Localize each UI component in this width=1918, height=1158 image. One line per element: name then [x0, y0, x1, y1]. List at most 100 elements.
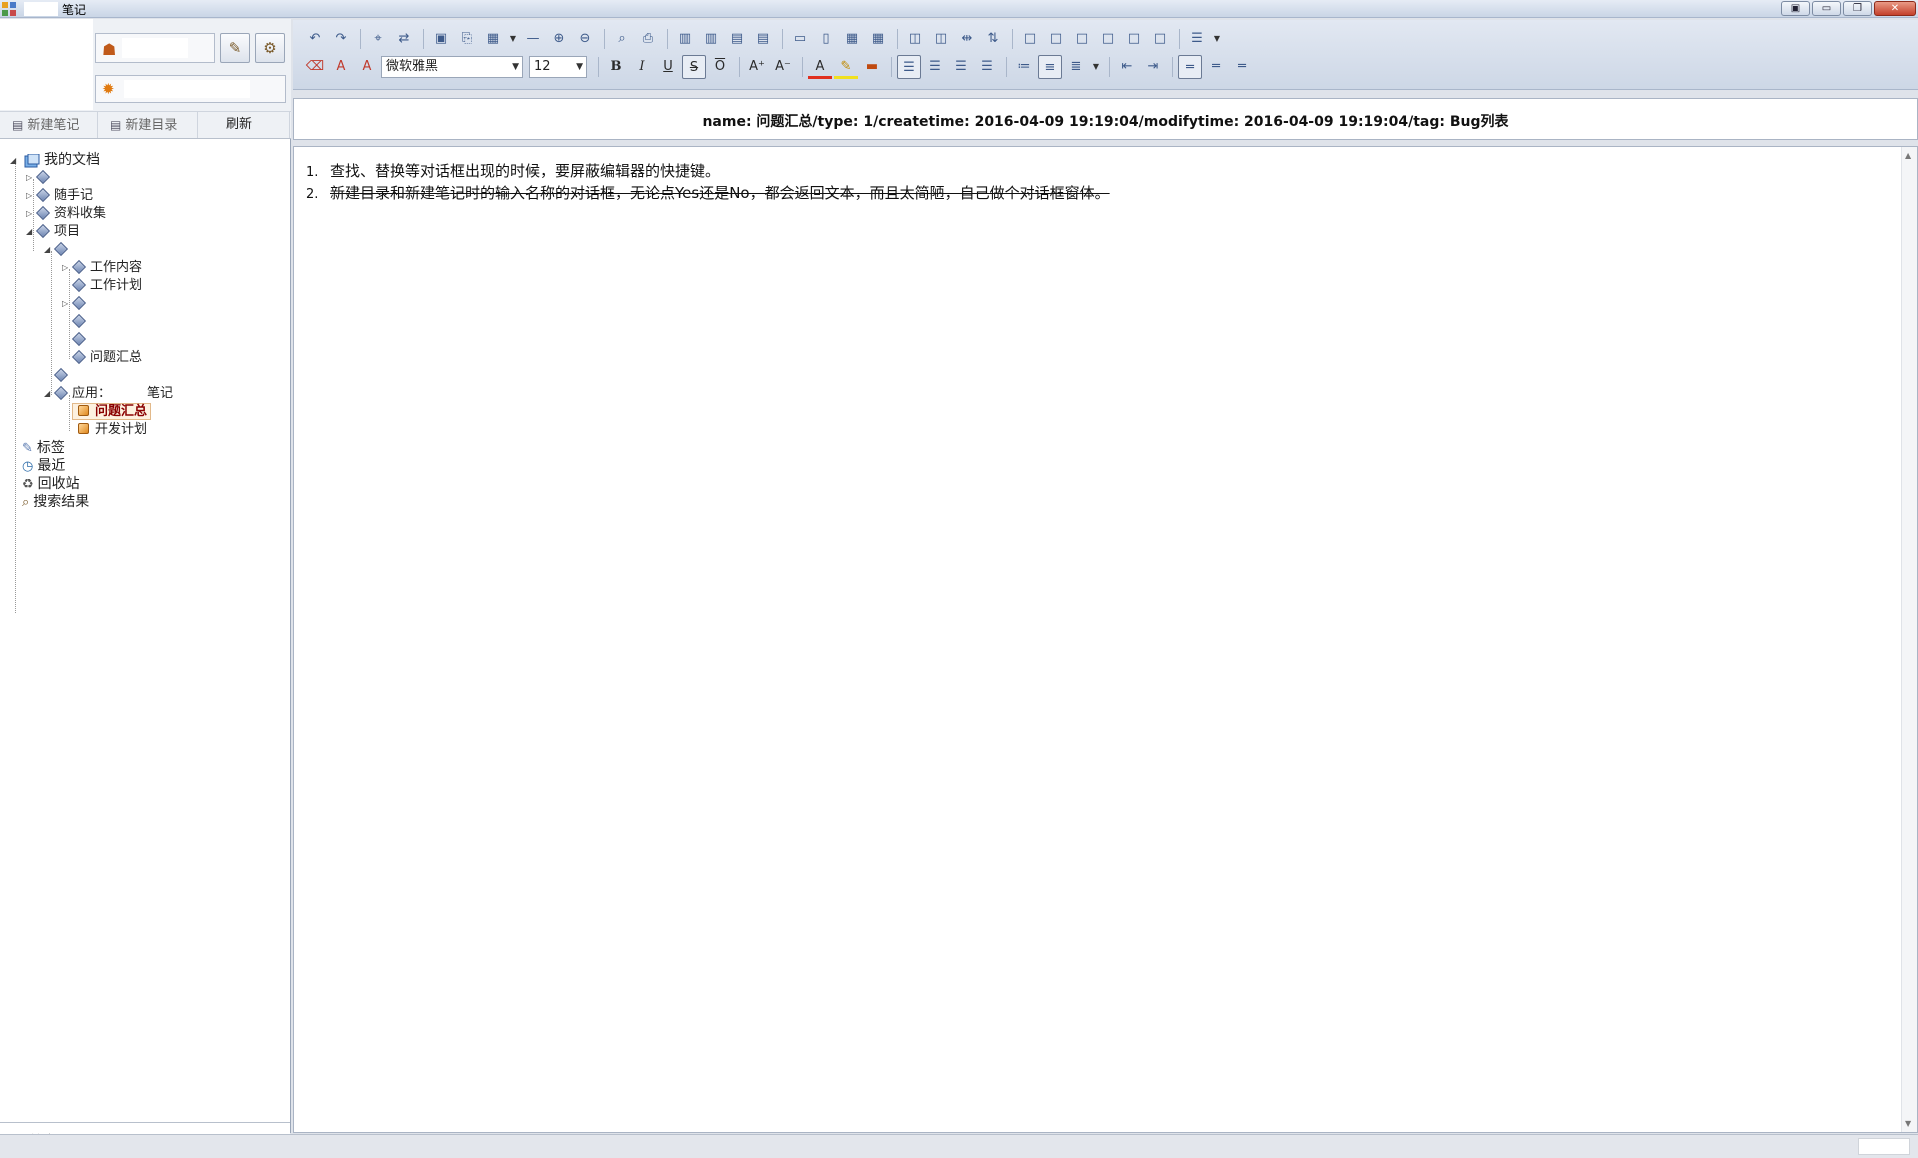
line-spacing-double-icon[interactable]: ═ — [1230, 55, 1254, 79]
note-list: 1. 查找、替换等对话框出现的时候，要屏蔽编辑器的快捷键。 2. 新建目录和新建笔记… — [306, 161, 1110, 205]
scroll-down-icon[interactable]: ▼ — [1905, 1119, 1911, 1128]
replace-icon[interactable]: ⇄ — [392, 27, 416, 51]
align-center-icon[interactable]: ☰ — [923, 55, 947, 79]
font-size-select[interactable]: 12 ▼ — [529, 56, 587, 78]
numbered-list-icon[interactable]: ≡ — [1038, 55, 1062, 79]
tree-item-kaifa-jihua[interactable]: 开发计划 — [76, 421, 147, 439]
user-input[interactable] — [122, 38, 188, 58]
new-folder-button[interactable]: ▤ 新建目录 — [98, 112, 198, 138]
delete-row-icon[interactable]: ▭ — [788, 27, 812, 51]
border-bottom-icon[interactable]: □ — [1096, 27, 1120, 51]
italic-icon[interactable]: I — [630, 55, 654, 79]
tree-item-tags[interactable]: ✎ 标签 — [22, 439, 65, 457]
find-icon[interactable]: ⌖ — [366, 27, 390, 51]
search-icon: ⌕ — [22, 495, 30, 510]
border-none-icon[interactable]: □ — [1148, 27, 1172, 51]
line-spacing-1-5-icon[interactable]: ═ — [1204, 55, 1228, 79]
insert-column-left-icon[interactable]: ▥ — [673, 27, 697, 51]
maximize-button[interactable]: ❐ — [1843, 1, 1872, 16]
sun-field[interactable]: ✹ — [95, 75, 286, 103]
tree-item-recycle-bin[interactable]: ♻ 回收站 — [22, 475, 80, 493]
paragraph-dropdown-icon[interactable]: ▼ — [1211, 27, 1223, 51]
list-item[interactable]: 1. 查找、替换等对话框出现的时候，要屏蔽编辑器的快捷键。 — [306, 161, 1110, 183]
insert-table-icon[interactable]: ▦ — [481, 27, 505, 51]
font-color-icon[interactable]: A — [808, 55, 832, 79]
outdent-icon[interactable]: ⇤ — [1115, 55, 1139, 79]
indent-icon[interactable]: ⇥ — [1141, 55, 1165, 79]
collapse-icon[interactable]: ◢ — [10, 152, 16, 170]
scroll-up-icon[interactable]: ▲ — [1905, 151, 1911, 160]
split-cells-icon[interactable]: ▦ — [866, 27, 890, 51]
paragraph-style-icon[interactable]: ☰ — [1185, 27, 1209, 51]
folder-icon — [71, 259, 87, 274]
horizontal-line-icon[interactable]: — — [521, 27, 545, 51]
unlink-icon[interactable]: ⊖ — [573, 27, 597, 51]
zoom-icon[interactable]: ⌕ — [610, 27, 634, 51]
gear-icon[interactable]: ⚙ — [255, 33, 285, 63]
align-right-icon[interactable]: ☰ — [949, 55, 973, 79]
border-right-icon[interactable]: □ — [1044, 27, 1068, 51]
superscript-icon[interactable]: A⁺ — [745, 55, 769, 79]
redo-icon[interactable]: ↷ — [329, 27, 353, 51]
selected-note[interactable]: 问题汇总 — [72, 403, 152, 420]
note-editor[interactable]: 1. 查找、替换等对话框出现的时候，要屏蔽编辑器的快捷键。 2. 新建目录和新建笔记… — [293, 146, 1918, 1133]
new-note-button[interactable]: ▤ 新建笔记 — [0, 112, 98, 138]
restore-icon-button[interactable]: ▣ — [1781, 1, 1810, 16]
expand-icon[interactable]: ▷ — [26, 187, 32, 205]
user-field[interactable]: ☗ — [95, 33, 215, 63]
delete-column-icon[interactable]: ▯ — [814, 27, 838, 51]
background-color-icon[interactable]: ▬ — [860, 55, 884, 79]
tree-item-search-results[interactable]: ⌕ 搜索结果 — [22, 493, 89, 511]
column-width-icon[interactable]: ⇹ — [955, 27, 979, 51]
cell-valign-icon[interactable]: ◫ — [929, 27, 953, 51]
border-top-icon[interactable]: □ — [1070, 27, 1094, 51]
print-icon[interactable]: ⎙ — [636, 27, 660, 51]
subscript-icon[interactable]: A⁻ — [771, 55, 795, 79]
font-family-select[interactable]: 微软雅黑 ▼ — [381, 56, 523, 78]
sort-icon[interactable]: ⇅ — [981, 27, 1005, 51]
insert-column-right-icon[interactable]: ▥ — [699, 27, 723, 51]
multilevel-list-icon[interactable]: ≣ — [1064, 55, 1088, 79]
collapse-icon[interactable]: ◢ — [44, 241, 50, 259]
style-icon[interactable]: A — [355, 55, 379, 79]
align-left-icon[interactable]: ☰ — [897, 55, 921, 79]
list-dropdown-icon[interactable]: ▼ — [1090, 55, 1102, 79]
collapse-icon[interactable]: ◢ — [26, 223, 32, 241]
list-item[interactable]: 2. 新建目录和新建笔记时的输入名称的对话框，无论点Yes还是No，都会返回文本，… — [306, 183, 1110, 205]
expand-icon[interactable]: ▷ — [26, 205, 32, 223]
refresh-button[interactable]: 刷新 — [198, 112, 290, 138]
table-dropdown-icon[interactable]: ▼ — [507, 27, 519, 51]
border-all-icon[interactable]: □ — [1122, 27, 1146, 51]
user-settings-button[interactable]: ✎ — [220, 33, 250, 63]
undo-icon[interactable]: ↶ — [303, 27, 327, 51]
underline-icon[interactable]: U — [656, 55, 680, 79]
collapse-icon[interactable]: ◢ — [44, 385, 50, 403]
format-painter-icon[interactable]: A — [329, 55, 353, 79]
merge-cells-icon[interactable]: ▦ — [840, 27, 864, 51]
insert-row-above-icon[interactable]: ▤ — [725, 27, 749, 51]
minimize-button[interactable]: ▭ — [1812, 1, 1841, 16]
attachment-icon[interactable]: ⎘ — [455, 27, 479, 51]
link-icon[interactable]: ⊕ — [547, 27, 571, 51]
border-left-icon[interactable]: □ — [1018, 27, 1042, 51]
highlight-icon[interactable]: ✎ — [834, 55, 858, 79]
cell-align-icon[interactable]: ◫ — [903, 27, 927, 51]
line-spacing-single-icon[interactable]: ═ — [1178, 55, 1202, 79]
align-justify-icon[interactable]: ☰ — [975, 55, 999, 79]
sun-input[interactable] — [124, 80, 250, 98]
clear-format-icon[interactable]: ⌫ — [303, 55, 327, 79]
tree-item-wenti-huizong-2[interactable]: 问题汇总 — [72, 403, 152, 421]
overline-icon[interactable]: O — [708, 55, 732, 79]
close-button[interactable]: ✕ — [1874, 1, 1916, 16]
vertical-scrollbar[interactable]: ▲ ▼ — [1901, 147, 1917, 1132]
bold-icon[interactable]: B — [604, 55, 628, 79]
tree-item-recent[interactable]: ◷ 最近 — [22, 457, 65, 475]
strikethrough-icon[interactable]: S — [682, 55, 706, 79]
expand-icon[interactable]: ▷ — [62, 295, 68, 313]
insert-row-below-icon[interactable]: ▤ — [751, 27, 775, 51]
expand-icon[interactable]: ▷ — [26, 169, 32, 187]
insert-image-icon[interactable]: ▣ — [429, 27, 453, 51]
expand-icon[interactable]: ▷ — [62, 259, 68, 277]
bullet-list-icon[interactable]: ≔ — [1012, 55, 1036, 79]
tag-icon: ✎ — [22, 441, 33, 456]
